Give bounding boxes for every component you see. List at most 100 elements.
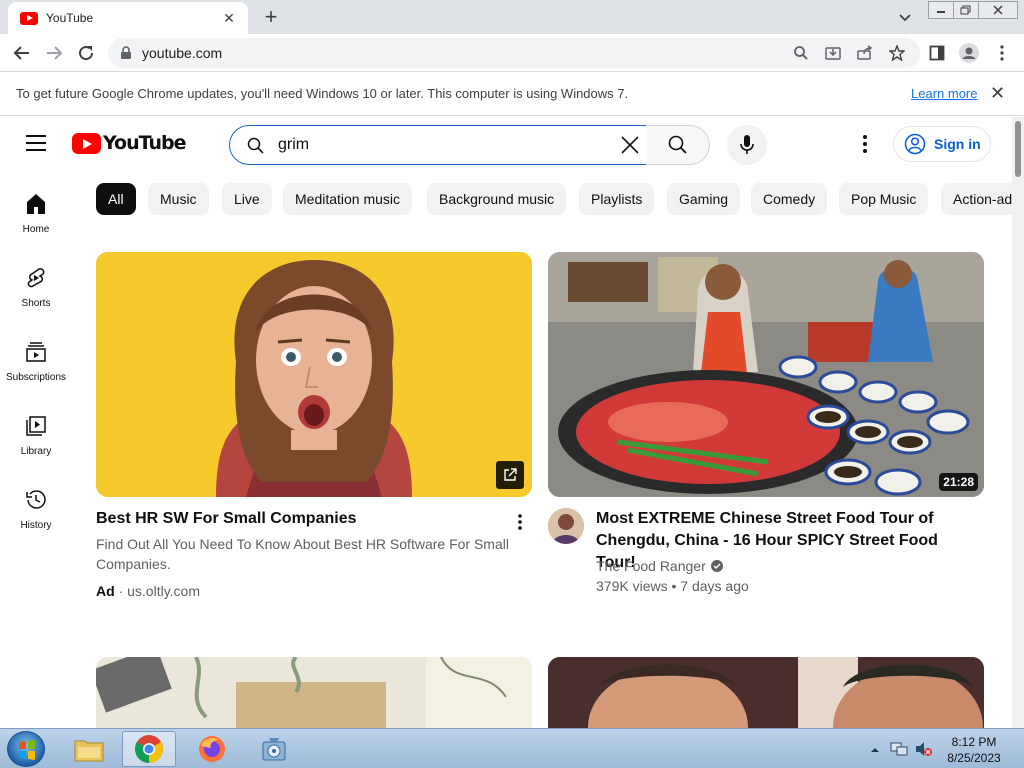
chip-all[interactable]: All <box>96 183 136 215</box>
browser-toolbar: youtube.com <box>0 34 1024 72</box>
reload-icon[interactable] <box>75 42 97 64</box>
sidebar-item-label: Subscriptions <box>5 372 67 383</box>
share-icon[interactable] <box>854 42 876 64</box>
explorer-taskbar-button[interactable] <box>62 731 116 767</box>
show-hidden-icons-icon[interactable] <box>870 742 880 760</box>
chip-gaming[interactable]: Gaming <box>667 183 741 215</box>
open-external-icon[interactable] <box>496 461 524 489</box>
chrome-taskbar-button[interactable] <box>122 731 176 767</box>
new-tab-button[interactable]: + <box>258 4 284 30</box>
library-icon <box>26 415 46 437</box>
update-infobar: To get future Google Chrome updates, you… <box>0 72 1024 116</box>
profile-avatar-icon[interactable] <box>958 42 980 64</box>
clock-date[interactable]: 8/25/2023 <box>944 751 1004 765</box>
youtube-logo[interactable]: YouTube <box>72 132 186 154</box>
chip-music[interactable]: Music <box>148 183 209 215</box>
learn-more-link[interactable]: Learn more <box>911 86 977 101</box>
sidebar-item-history[interactable]: History <box>0 469 72 539</box>
sign-in-button[interactable]: Sign in <box>893 126 991 162</box>
ad-footer: Ad · us.oltly.com <box>96 583 200 599</box>
address-bar[interactable]: youtube.com <box>108 38 920 68</box>
minimize-button[interactable] <box>928 1 954 19</box>
firefox-taskbar-button[interactable] <box>185 731 239 767</box>
url-text: youtube.com <box>142 45 223 61</box>
install-app-icon[interactable] <box>822 42 844 64</box>
browser-tab[interactable]: YouTube ✕ <box>8 2 248 34</box>
ad-description: Find Out All You Need To Know About Best… <box>96 536 509 572</box>
firefox-icon <box>199 736 225 762</box>
chrome-menu-icon[interactable] <box>991 42 1013 64</box>
settings-more-icon[interactable] <box>852 131 878 157</box>
tab-search-chevron-icon[interactable] <box>896 8 914 26</box>
ad-thumbnail[interactable] <box>96 252 532 497</box>
channel-avatar[interactable] <box>548 508 584 544</box>
ad-title[interactable]: Best HR SW For Small Companies <box>96 508 496 530</box>
sidebar-item-subscriptions[interactable]: Subscriptions <box>0 321 72 391</box>
search-button[interactable] <box>646 125 710 165</box>
sidebar-item-home[interactable]: Home <box>0 173 72 243</box>
media-player-icon <box>262 738 286 761</box>
channel-name-row: The Food Ranger <box>596 558 724 574</box>
chip-pop-music[interactable]: Pop Music <box>839 183 929 215</box>
filter-chips-bar: All Music Live Meditation music Backgrou… <box>96 183 1012 215</box>
side-panel-icon[interactable] <box>926 42 948 64</box>
infobar-message: To get future Google Chrome updates, you… <box>16 86 629 101</box>
video-thumbnail[interactable]: 21:28 <box>548 252 984 497</box>
ad-domain[interactable]: us.oltly.com <box>127 583 200 599</box>
sidebar-item-label: Library <box>20 446 52 457</box>
sidebar-item-shorts[interactable]: Shorts <box>0 247 72 317</box>
sign-in-label: Sign in <box>934 136 981 152</box>
back-arrow-icon[interactable] <box>11 42 33 64</box>
chip-background-music[interactable]: Background music <box>427 183 567 215</box>
search-box[interactable] <box>229 125 647 165</box>
network-icon[interactable] <box>890 741 908 762</box>
clock-time[interactable]: 8:12 PM <box>944 735 1004 749</box>
chip-comedy[interactable]: Comedy <box>751 183 828 215</box>
microphone-icon <box>740 135 754 154</box>
browser-window: YouTube ✕ + youtube.com To get future Go… <box>0 0 1024 768</box>
street-food-image <box>548 252 984 497</box>
close-window-button[interactable] <box>978 1 1018 19</box>
desk-notebook-image <box>96 657 532 728</box>
chip-action-adventure[interactable]: Action-ad <box>941 183 1012 215</box>
chrome-icon <box>135 735 163 763</box>
infobar-close-icon[interactable]: ✕ <box>990 83 1005 104</box>
scrollbar-thumb[interactable] <box>1015 121 1021 177</box>
verified-badge-icon <box>710 560 723 572</box>
search-input[interactable] <box>278 133 608 157</box>
tab-strip: YouTube ✕ + <box>0 0 1024 34</box>
windows-logo-icon <box>19 740 35 760</box>
video-stats: 379K views • 7 days ago <box>596 578 749 594</box>
ad-menu-icon[interactable] <box>508 510 532 534</box>
lock-icon[interactable] <box>120 46 132 65</box>
chip-live[interactable]: Live <box>222 183 272 215</box>
video-thumbnail[interactable] <box>548 657 984 728</box>
tab-close-icon[interactable]: ✕ <box>220 10 238 27</box>
home-icon <box>26 193 46 215</box>
restore-button[interactable] <box>953 1 979 19</box>
volume-muted-icon[interactable] <box>914 740 932 763</box>
media-taskbar-button[interactable] <box>247 731 301 767</box>
search-icon <box>668 135 687 154</box>
video-thumbnail[interactable] <box>96 657 532 728</box>
bookmark-star-icon[interactable] <box>886 42 908 64</box>
start-button[interactable] <box>7 731 45 767</box>
shorts-icon <box>26 267 46 289</box>
sidebar-item-library[interactable]: Library <box>0 395 72 465</box>
two-men-image <box>548 657 984 728</box>
ad-label: Ad <box>96 583 115 599</box>
video-duration: 21:28 <box>939 473 978 491</box>
sidebar-item-label: History <box>20 520 52 531</box>
chip-playlists[interactable]: Playlists <box>579 183 655 215</box>
channel-name[interactable]: The Food Ranger <box>596 558 706 574</box>
chip-meditation-music[interactable]: Meditation music <box>283 183 413 215</box>
youtube-masthead: YouTube Sign in <box>0 117 1012 173</box>
voice-search-button[interactable] <box>727 125 767 165</box>
clear-search-icon[interactable] <box>619 134 641 161</box>
page-scrollbar[interactable] <box>1012 117 1024 728</box>
youtube-logo-text: YouTube <box>103 132 186 154</box>
forward-arrow-icon[interactable] <box>43 42 65 64</box>
search-lens-icon[interactable] <box>790 42 812 64</box>
hamburger-menu-icon[interactable] <box>26 135 46 151</box>
sidebar-item-label: Shorts <box>21 298 51 309</box>
